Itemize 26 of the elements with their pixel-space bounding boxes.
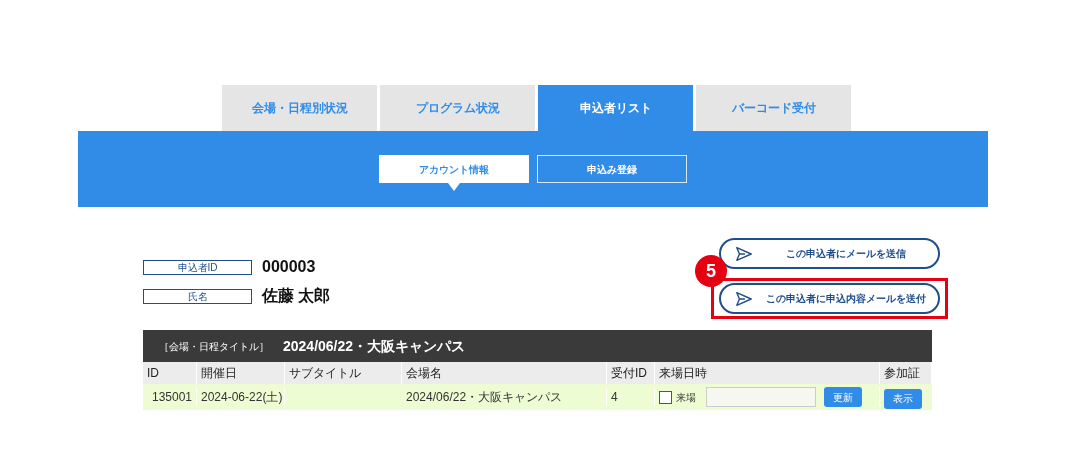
table-cell: 4 [607, 388, 655, 406]
table-title: 2024/06/22・大阪キャンパス [283, 336, 466, 356]
tab[interactable]: バーコード受付 [696, 85, 851, 131]
step-badge: 5 [695, 255, 727, 287]
subtab[interactable]: 申込み登録 [537, 155, 687, 183]
email-button[interactable]: この申込者に申込内容メールを送付 [719, 283, 940, 314]
tab[interactable]: 会場・日程別状況 [222, 85, 377, 131]
table-cell: 2024/06/22・大阪キャンパス [402, 388, 607, 406]
field-label: 氏名 [143, 288, 252, 304]
show-button[interactable]: 表示 [884, 388, 922, 409]
checkbox-label: 来場 [676, 390, 696, 405]
tab[interactable]: プログラム状況 [380, 85, 535, 131]
pointer-icon [448, 183, 460, 191]
checkbox[interactable] [659, 390, 672, 404]
email-button[interactable]: この申込者にメールを送信 [719, 238, 940, 269]
tab[interactable]: 申込者リスト [538, 85, 693, 131]
table-cell: 135001 [143, 388, 197, 406]
field-value: 000003 [262, 257, 316, 277]
field-label: 申込者ID [143, 259, 252, 275]
send-icon [735, 244, 753, 263]
field-value: 佐藤 太郎 [262, 286, 331, 306]
send-icon [735, 289, 753, 308]
update-button[interactable]: 更新 [824, 387, 862, 407]
date-input[interactable] [706, 387, 816, 407]
table-cell: 2024-06-22(土) [197, 388, 285, 406]
title-label: ［会場・日程タイトル］ [159, 339, 269, 354]
